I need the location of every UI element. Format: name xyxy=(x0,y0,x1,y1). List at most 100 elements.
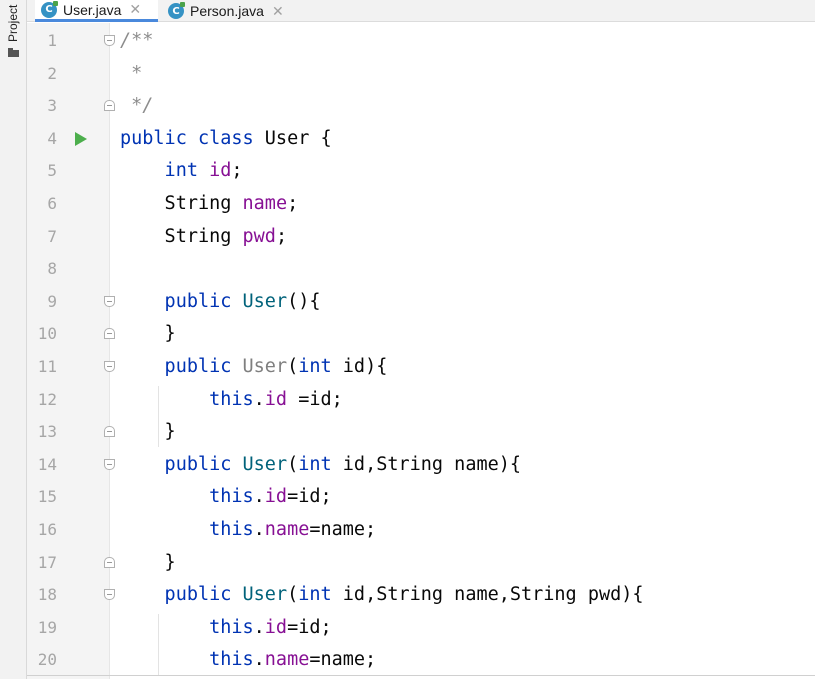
code-text[interactable]: public User(int id,String name){ xyxy=(120,449,521,482)
code-token: ; xyxy=(287,193,299,214)
tab-person-java[interactable]: C Person.java ✕ xyxy=(165,0,305,22)
code-line[interactable]: 8 xyxy=(0,253,815,286)
fold-collapse-icon[interactable] xyxy=(104,35,115,46)
code-token: =name; xyxy=(309,519,377,540)
line-number[interactable]: 17 xyxy=(27,547,57,580)
fold-end-icon[interactable] xyxy=(104,100,115,112)
line-number[interactable]: 19 xyxy=(27,612,57,645)
line-number[interactable]: 2 xyxy=(27,58,57,91)
line-number[interactable]: 9 xyxy=(27,286,57,319)
code-text[interactable]: public class User { xyxy=(120,123,332,156)
fold-end-icon[interactable] xyxy=(104,556,115,568)
code-token: User xyxy=(242,584,288,606)
java-class-icon: C xyxy=(168,2,185,19)
code-line[interactable]: 4 public class User { xyxy=(0,123,815,156)
line-number[interactable]: 16 xyxy=(27,514,57,547)
code-line[interactable]: 9 public User(){ xyxy=(0,286,815,319)
code-line[interactable]: 2 * xyxy=(0,58,815,91)
line-number[interactable]: 13 xyxy=(27,416,57,449)
indent-guide xyxy=(158,385,159,447)
code-token: =name; xyxy=(309,649,377,671)
code-line[interactable]: 1 /** xyxy=(0,25,815,58)
code-token: } xyxy=(120,323,176,345)
code-token: id,String name,String pwd){ xyxy=(342,584,644,606)
tab-user-java[interactable]: C User.java ✕ xyxy=(35,0,158,22)
code-line[interactable]: 10 } xyxy=(0,318,815,351)
code-token: * xyxy=(120,62,143,84)
code-token: name xyxy=(264,649,310,671)
line-number[interactable]: 7 xyxy=(27,221,57,254)
code-line[interactable]: 5 int id; xyxy=(0,155,815,188)
code-token: this xyxy=(120,388,254,410)
fold-collapse-icon[interactable] xyxy=(104,589,115,601)
code-text[interactable]: String pwd; xyxy=(120,221,288,254)
code-token: public xyxy=(120,356,243,377)
code-line[interactable]: 12 this.id =id; xyxy=(0,384,815,417)
code-text[interactable]: * xyxy=(120,58,142,91)
code-line[interactable]: 20 this.name=name; xyxy=(0,644,815,677)
code-line[interactable]: 19 this.id=id; xyxy=(0,612,815,645)
line-number[interactable]: 20 xyxy=(27,644,57,677)
line-number[interactable]: 6 xyxy=(27,188,57,221)
code-text[interactable]: } xyxy=(120,547,176,580)
code-text[interactable]: } xyxy=(120,416,176,449)
code-token: int xyxy=(298,584,343,606)
editor-bottom-border xyxy=(27,675,815,676)
code-text[interactable]: this.id=id; xyxy=(120,481,332,514)
code-token: . xyxy=(253,649,265,671)
line-number[interactable]: 8 xyxy=(27,253,57,286)
code-token: public xyxy=(120,453,243,475)
code-line[interactable]: 11 public User(int id){ xyxy=(0,351,815,384)
line-number[interactable]: 18 xyxy=(27,579,57,612)
code-line[interactable]: 16 this.name=name; xyxy=(0,514,815,547)
fold-collapse-icon[interactable] xyxy=(104,295,115,307)
line-number[interactable]: 12 xyxy=(27,384,57,417)
line-number[interactable]: 10 xyxy=(27,318,57,351)
code-token: User xyxy=(242,290,288,312)
line-number[interactable]: 15 xyxy=(27,481,57,514)
code-line[interactable]: 15 this.id=id; xyxy=(0,481,815,514)
code-line[interactable]: 7 String pwd; xyxy=(0,221,815,254)
code-text[interactable]: this.id=id; xyxy=(120,612,332,645)
code-text[interactable]: public User(int id,String name,String pw… xyxy=(120,579,644,612)
code-token: String xyxy=(120,193,243,214)
code-token: (){ xyxy=(287,290,321,312)
code-text[interactable]: public User(int id){ xyxy=(120,351,388,384)
code-text[interactable]: */ xyxy=(120,90,153,123)
fold-collapse-icon[interactable] xyxy=(104,361,115,372)
line-number[interactable]: 3 xyxy=(27,90,57,123)
code-line[interactable]: 14 public User(int id,String name){ xyxy=(0,449,815,482)
line-number[interactable]: 11 xyxy=(27,351,57,384)
code-text[interactable]: this.id =id; xyxy=(120,384,343,417)
code-token: id xyxy=(264,388,288,410)
line-number[interactable]: 5 xyxy=(27,155,57,188)
line-number[interactable]: 14 xyxy=(27,449,57,482)
code-text[interactable]: int id; xyxy=(120,155,243,188)
code-token: User xyxy=(242,453,288,475)
fold-collapse-icon[interactable] xyxy=(104,458,115,470)
code-text[interactable]: /** xyxy=(120,25,153,58)
run-icon[interactable] xyxy=(75,131,87,146)
code-text[interactable]: this.name=name; xyxy=(120,514,376,547)
close-icon[interactable]: ✕ xyxy=(129,1,141,18)
code-line[interactable]: 3 */ xyxy=(0,90,815,123)
code-line[interactable]: 13 } xyxy=(0,416,815,449)
code-token: =id; xyxy=(287,486,332,508)
code-token: name xyxy=(242,193,288,214)
code-token: id,String name){ xyxy=(342,453,522,475)
code-text[interactable]: } xyxy=(120,318,176,351)
code-token: /** xyxy=(120,30,154,51)
fold-end-icon[interactable] xyxy=(104,328,115,340)
code-line[interactable]: 18 public User(int id,String name,String… xyxy=(0,579,815,612)
indent-guide xyxy=(158,613,159,675)
close-icon[interactable]: ✕ xyxy=(272,3,284,20)
line-number[interactable]: 1 xyxy=(27,25,57,58)
code-token: id xyxy=(209,160,232,182)
code-token: . xyxy=(253,519,265,540)
code-text[interactable]: public User(){ xyxy=(120,286,321,319)
code-text[interactable]: String name; xyxy=(120,188,299,221)
fold-end-icon[interactable] xyxy=(104,426,115,438)
code-line[interactable]: 17 } xyxy=(0,547,815,580)
code-line[interactable]: 6 String name; xyxy=(0,188,815,221)
line-number[interactable]: 4 xyxy=(27,123,57,156)
